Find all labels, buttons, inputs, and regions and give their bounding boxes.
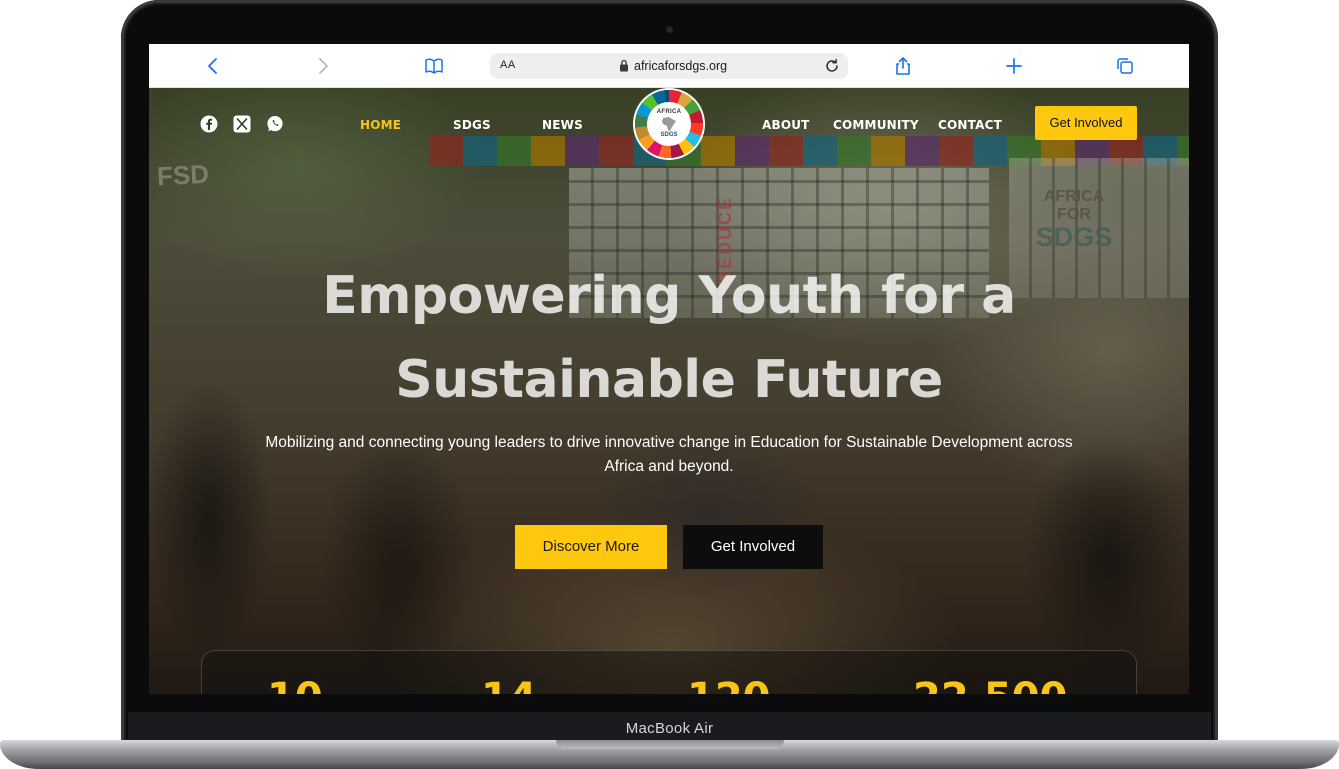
reload-icon[interactable] [824,58,840,74]
nav-community[interactable]: COMMUNITY [833,118,919,132]
logo-badge: AFRICA SDGS [647,102,691,146]
get-involved-button[interactable]: Get Involved [683,525,823,569]
share-icon[interactable] [893,56,913,76]
nav-contact[interactable]: CONTACT [938,118,1002,132]
logo-text: SDGS [660,132,678,138]
logo-text: AFRICA [656,109,682,115]
stat-number: 22,500 [913,678,1067,694]
hero-subtitle-line: Mobilizing and connecting young leaders … [265,434,1073,451]
device-label: MacBook Air [625,720,714,737]
browser-toolbar: AA africaforsdgs.org [149,44,1189,88]
discover-more-button[interactable]: Discover More [515,525,667,569]
site-logo[interactable]: AFRICA SDGS [635,90,703,158]
x-twitter-icon[interactable] [233,115,251,133]
tabs-overview-icon[interactable] [1115,56,1135,76]
hero-title: Empowering Youth for a Sustainable Futur… [219,254,1119,422]
stat-number: 120 [687,678,771,694]
new-tab-icon[interactable] [1004,56,1024,76]
bookmarks-icon[interactable] [424,56,444,76]
text-size-button[interactable]: AA [500,59,516,71]
forward-icon[interactable] [313,56,333,76]
facebook-icon[interactable] [200,115,218,133]
hero-title-line: Sustainable Future [395,350,943,410]
lock-icon [620,59,628,72]
stat-number: 14 [481,678,537,694]
laptop-hinge-notch [556,740,784,749]
nav-about[interactable]: ABOUT [762,118,810,132]
back-icon[interactable] [203,56,223,76]
hero-title-line: Empowering Youth for a [322,266,1016,326]
hero-subtitle-line: Africa and beyond. [604,458,734,475]
hero-section: FSD REDUCE AFRICA FOR SDGS HOME SDGS NEW… [149,88,1189,694]
url-text: africaforsdgs.org [634,59,728,73]
nav-sdgs[interactable]: SDGS [453,118,491,132]
whatsapp-icon[interactable] [266,115,284,133]
nav-news[interactable]: NEWS [542,118,583,132]
camera-icon [666,26,673,33]
address-bar[interactable]: AA africaforsdgs.org [490,53,848,79]
screen: AA africaforsdgs.org FSD REDUCE AFRICA F… [149,44,1189,694]
stat-number: 10 [267,678,323,694]
africa-map-icon [662,117,676,131]
nav-get-involved-button[interactable]: Get Involved [1035,106,1137,140]
nav-home[interactable]: HOME [360,118,401,132]
hero-subtitle: Mobilizing and connecting young leaders … [259,431,1079,479]
